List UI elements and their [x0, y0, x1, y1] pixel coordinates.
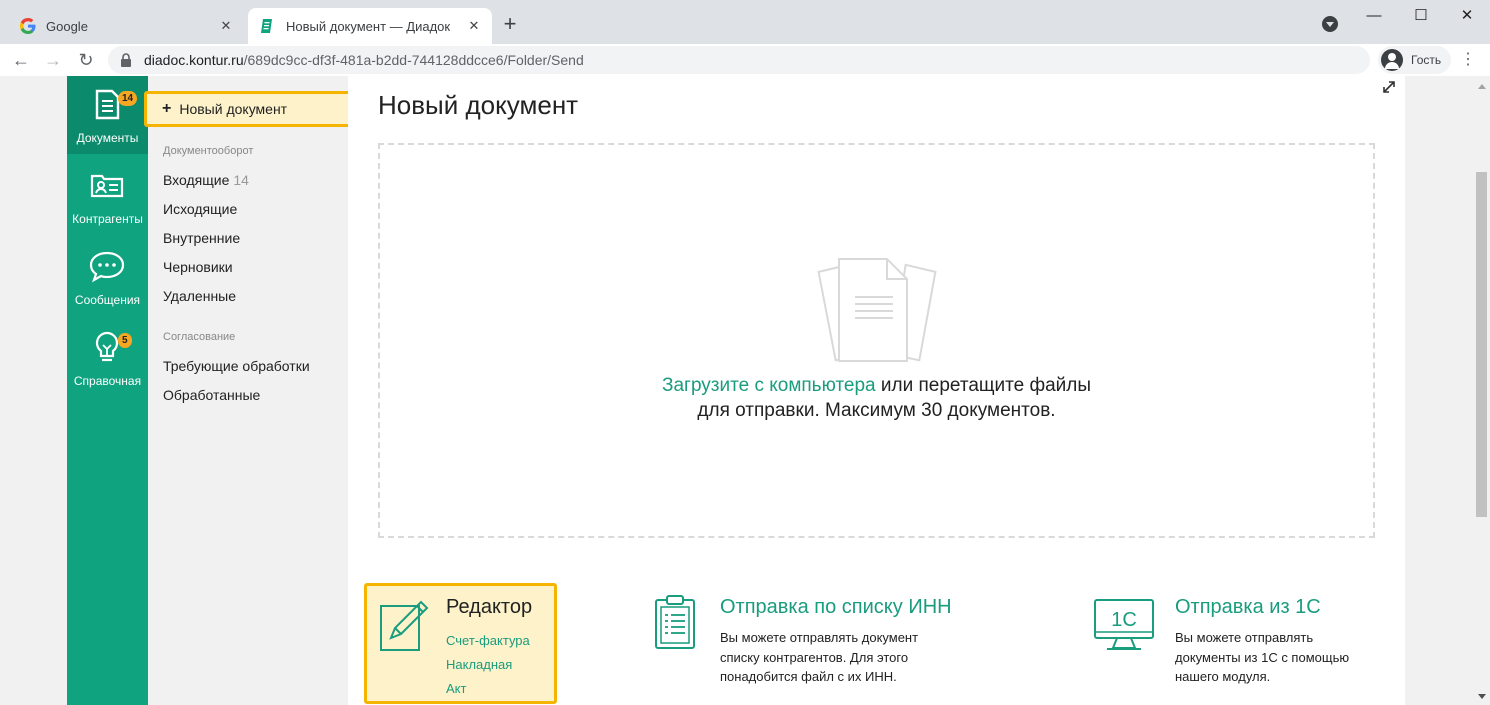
onec-card-description: Вы можете отправлять документы из 1С с п…: [1175, 630, 1350, 684]
editor-title: Редактор: [446, 596, 533, 618]
browser-menu-icon[interactable]: ⋮: [1460, 48, 1476, 72]
page-viewport: 14 Документы Контрагенты Сообщения 5 Спр…: [0, 76, 1490, 705]
nav-item-contacts[interactable]: Контрагенты: [67, 157, 148, 235]
folder-count: 14: [233, 172, 249, 188]
url-path: /689dc9cc-df3f-481a-b2dd-744128ddcce6/Fo…: [243, 52, 584, 68]
section-title-approval: Согласование: [163, 331, 236, 343]
tab-search-icon[interactable]: [1322, 16, 1338, 32]
folder-drafts[interactable]: Черновики: [163, 259, 233, 275]
scroll-up-icon[interactable]: [1478, 84, 1486, 89]
inn-card-description: Вы можете отправлять документ списку кон…: [720, 630, 919, 684]
tab-title: Новый документ — Диадок: [286, 18, 451, 34]
help-badge: 5: [118, 333, 132, 348]
browser-toolbar: ← → ↻ diadoc.kontur.ru/689dc9cc-df3f-481…: [0, 44, 1490, 76]
new-document-button[interactable]: + Новый документ: [144, 91, 351, 127]
tab-diadoc[interactable]: Новый документ — Диадок ✕: [248, 8, 492, 44]
onec-card-title[interactable]: Отправка из 1С: [1175, 596, 1321, 619]
google-logo-icon: [20, 18, 36, 34]
page-scrollbar[interactable]: [1474, 76, 1490, 705]
expand-icon[interactable]: [1382, 80, 1396, 94]
dropzone-text-2: для отправки. Максимум 30 документов.: [697, 400, 1056, 421]
invoice-link[interactable]: Счет-фактура: [446, 633, 530, 648]
nav-label: Справочная: [73, 374, 142, 388]
nav-label: Документы: [76, 131, 139, 145]
monitor-1c-icon: 1С: [1094, 599, 1154, 650]
folder-inbox[interactable]: Входящие 14: [163, 172, 249, 188]
new-tab-button[interactable]: +: [498, 12, 522, 36]
folder-outbox[interactable]: Исходящие: [163, 201, 237, 217]
avatar-icon: [1381, 49, 1403, 71]
documents-stack-icon: [817, 258, 937, 362]
maximize-button[interactable]: ☐: [1407, 4, 1435, 28]
lock-icon: [120, 53, 132, 67]
contacts-icon: [90, 174, 124, 198]
chat-bubble-icon: [89, 251, 125, 283]
new-document-label: Новый документ: [179, 101, 288, 117]
back-button[interactable]: ←: [8, 47, 34, 73]
reload-button[interactable]: ↻: [73, 47, 99, 73]
browser-tab-bar: Google ✕ Новый документ — Диадок ✕ + — ☐…: [0, 0, 1490, 44]
nav-label: Контрагенты: [72, 212, 143, 226]
url-host: diadoc.kontur.ru: [144, 52, 244, 68]
editor-card[interactable]: Редактор Счет-фактура Накладная Акт: [364, 583, 557, 704]
profile-label: Гость: [1411, 53, 1442, 67]
folder-processed[interactable]: Обработанные: [163, 387, 260, 403]
main-navigation: 14 Документы Контрагенты Сообщения 5 Спр…: [67, 76, 148, 705]
address-bar[interactable]: diadoc.kontur.ru/689dc9cc-df3f-481a-b2dd…: [108, 46, 1370, 74]
nav-item-documents[interactable]: 14 Документы: [67, 76, 148, 154]
minimize-button[interactable]: —: [1360, 4, 1388, 28]
tab-title: Google: [46, 18, 88, 34]
page-title: Новый документ: [378, 90, 579, 120]
diadoc-logo-icon: [260, 18, 276, 34]
forward-button[interactable]: →: [40, 47, 66, 73]
documents-badge: 14: [118, 91, 138, 106]
close-window-button[interactable]: ✕: [1453, 4, 1481, 28]
act-link[interactable]: Акт: [446, 681, 466, 696]
folder-deleted[interactable]: Удаленные: [163, 288, 236, 304]
inn-card-title[interactable]: Отправка по списку ИНН: [720, 596, 952, 619]
dropzone-text-1: или перетащите файлы: [875, 375, 1092, 396]
waybill-link[interactable]: Накладная: [446, 657, 512, 672]
folder-pending[interactable]: Требующие обработки: [163, 358, 310, 374]
clipboard-list-icon: [655, 595, 695, 649]
nav-item-help[interactable]: 5 Справочная: [67, 319, 148, 397]
plus-icon: +: [162, 100, 172, 117]
section-title-workflow: Документооборот: [163, 145, 254, 157]
1c-icon-text: 1С: [1111, 609, 1137, 631]
pencil-editor-icon: [380, 600, 429, 651]
nav-label: Сообщения: [74, 293, 141, 307]
tab-google[interactable]: Google ✕: [8, 8, 244, 44]
upload-from-computer-link[interactable]: Загрузите с компьютера: [662, 375, 876, 396]
close-tab-icon[interactable]: ✕: [464, 18, 484, 34]
profile-button[interactable]: Гость: [1378, 46, 1452, 74]
nav-item-messages[interactable]: Сообщения: [67, 238, 148, 316]
scrollbar-thumb[interactable]: [1476, 172, 1487, 517]
scroll-down-icon[interactable]: [1478, 694, 1486, 699]
folder-label: Входящие: [163, 172, 230, 188]
folder-internal[interactable]: Внутренние: [163, 230, 240, 246]
close-tab-icon[interactable]: ✕: [216, 18, 236, 34]
dropzone-instructions: Загрузите с компьютера или перетащите фа…: [378, 373, 1375, 423]
